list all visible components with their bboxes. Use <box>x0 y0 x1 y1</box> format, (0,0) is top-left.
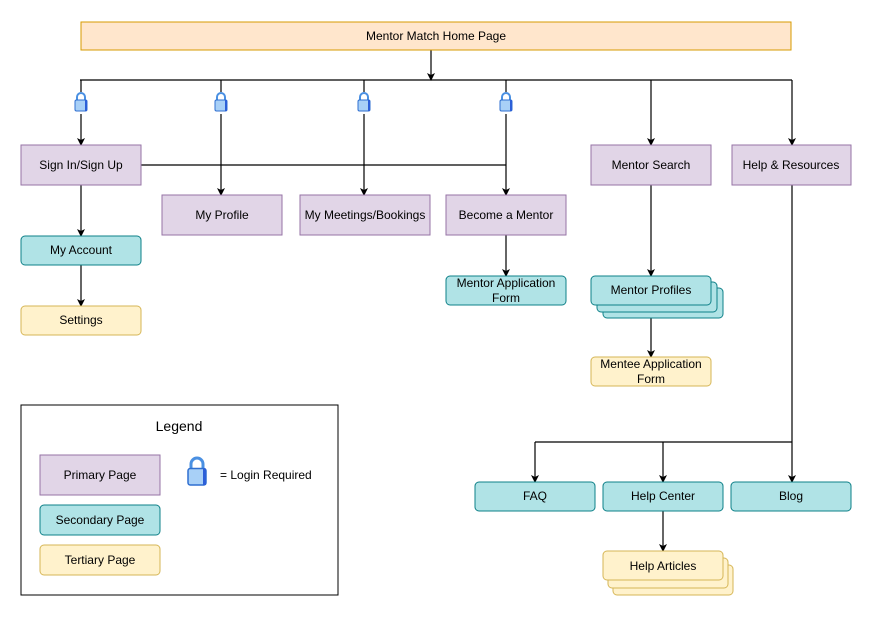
svg-text:My Account: My Account <box>50 243 113 257</box>
svg-text:Form: Form <box>637 372 665 386</box>
svg-text:My Meetings/Bookings: My Meetings/Bookings <box>305 208 426 222</box>
svg-text:Sign In/Sign Up: Sign In/Sign Up <box>39 158 123 172</box>
lock-icon <box>497 92 515 114</box>
node-my-profile[interactable]: My Profile <box>161 194 283 236</box>
node-my-meetings[interactable]: My Meetings/Bookings <box>299 194 431 236</box>
lock-icon <box>212 92 230 114</box>
svg-text:Help Articles: Help Articles <box>630 559 697 573</box>
legend-tertiary: Tertiary Page <box>39 544 161 576</box>
legend-secondary: Secondary Page <box>39 504 161 536</box>
node-become-mentor[interactable]: Become a Mentor <box>445 194 567 236</box>
svg-text:Blog: Blog <box>779 489 803 503</box>
svg-text:My Profile: My Profile <box>195 208 249 222</box>
svg-text:Tertiary Page: Tertiary Page <box>65 553 136 567</box>
svg-text:Mentor Search: Mentor Search <box>612 158 691 172</box>
svg-text:Settings: Settings <box>59 313 102 327</box>
svg-text:Primary Page: Primary Page <box>64 468 137 482</box>
legend-title: Legend <box>156 418 203 434</box>
svg-text:Become a Mentor: Become a Mentor <box>459 208 554 222</box>
svg-text:Help Center: Help Center <box>631 489 695 503</box>
svg-text:FAQ: FAQ <box>523 489 547 503</box>
node-sign-in[interactable]: Sign In/Sign Up <box>20 144 142 186</box>
node-faq[interactable]: FAQ <box>474 481 596 512</box>
node-mentor-search[interactable]: Mentor Search <box>590 144 712 186</box>
node-my-account[interactable]: My Account <box>20 235 142 266</box>
svg-text:Secondary Page: Secondary Page <box>56 513 145 527</box>
node-mentor-profiles[interactable]: Mentor Profiles <box>590 275 724 319</box>
legend: Legend Primary Page Secondary Page Terti… <box>20 404 339 596</box>
node-home[interactable]: Mentor Match Home Page <box>80 21 792 51</box>
legend-login-required: = Login Required <box>220 468 312 482</box>
node-blog[interactable]: Blog <box>730 481 852 512</box>
node-settings[interactable]: Settings <box>20 305 142 336</box>
svg-text:Help & Resources: Help & Resources <box>743 158 840 172</box>
svg-text:Mentor Profiles: Mentor Profiles <box>611 283 692 297</box>
lock-icon <box>72 92 90 114</box>
node-help-resources[interactable]: Help & Resources <box>731 144 852 186</box>
node-mentee-application-form[interactable]: Mentee ApplicationForm <box>590 356 712 387</box>
lock-icon <box>355 92 373 114</box>
legend-primary: Primary Page <box>39 454 161 496</box>
sitemap-diagram: Mentor Match Home Page Sign In/Sign Up M… <box>20 21 852 596</box>
svg-text:Mentor Application: Mentor Application <box>457 276 556 290</box>
svg-text:Mentee Application: Mentee Application <box>600 357 701 371</box>
node-help-articles[interactable]: Help Articles <box>602 550 734 596</box>
node-help-center[interactable]: Help Center <box>602 481 724 512</box>
node-mentor-application-form[interactable]: Mentor ApplicationForm <box>445 275 567 306</box>
svg-text:Form: Form <box>492 291 520 305</box>
svg-text:Mentor Match Home Page: Mentor Match Home Page <box>366 29 506 43</box>
